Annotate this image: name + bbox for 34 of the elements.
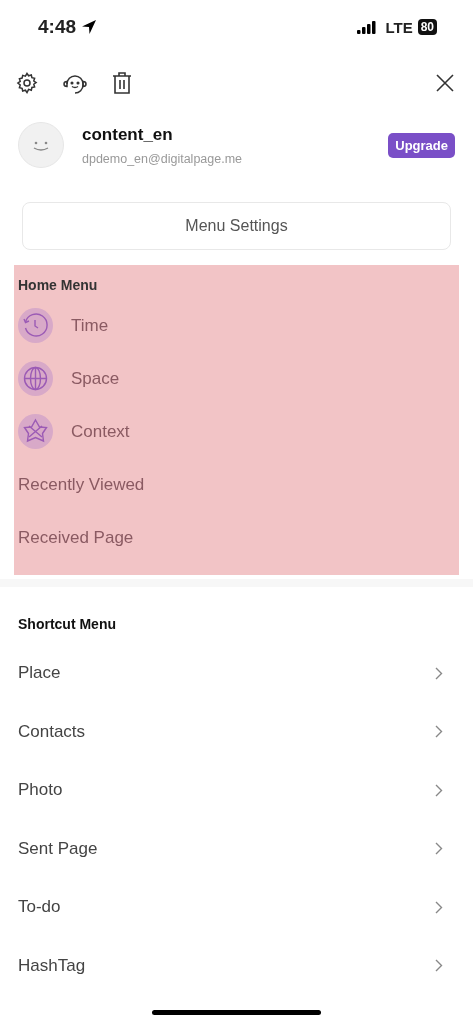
menu-item[interactable]: Sent Page <box>18 838 98 859</box>
user-name: content_en <box>82 124 174 145</box>
chevron-right-icon[interactable] <box>435 900 443 914</box>
menu-item[interactable]: Time <box>18 299 455 352</box>
network-label: LTE <box>385 18 413 36</box>
menu-item[interactable]: To-do <box>18 897 61 918</box>
signal-icon <box>357 20 378 34</box>
menu-item[interactable]: Received Page <box>18 511 134 564</box>
upgrade-button[interactable]: Upgrade <box>388 132 455 158</box>
trash-icon[interactable] <box>111 71 133 95</box>
chevron-right-icon[interactable] <box>435 725 443 739</box>
status-time: 4:48 <box>38 16 77 38</box>
section-title: Home Menu <box>18 277 99 293</box>
location-arrow-icon <box>81 19 98 35</box>
menu-item[interactable]: Place <box>18 663 61 684</box>
menu-settings-button[interactable]: Menu Settings <box>22 202 451 250</box>
user-email: dpdemo_en@digitalpage.me <box>82 151 244 166</box>
chevron-right-icon[interactable] <box>435 783 443 797</box>
section-title: Shortcut Menu <box>18 616 116 632</box>
chevron-right-icon[interactable] <box>435 666 443 680</box>
chevron-right-icon[interactable] <box>435 842 443 856</box>
menu-item[interactable]: Photo <box>18 780 63 801</box>
menu-item[interactable]: HashTag <box>18 955 86 976</box>
close-icon[interactable] <box>435 73 455 93</box>
avatar-icon <box>18 122 64 168</box>
history-icon <box>18 308 53 343</box>
battery-level: 80 <box>417 19 437 35</box>
menu-item[interactable]: Recently Viewed <box>18 458 145 511</box>
chevron-right-icon[interactable] <box>435 959 443 973</box>
settings-icon[interactable] <box>15 71 39 95</box>
globe-icon <box>18 361 53 396</box>
menu-item[interactable]: Space <box>18 352 455 405</box>
menu-item[interactable]: Contacts <box>18 721 86 742</box>
menu-item[interactable]: Context <box>18 405 455 458</box>
